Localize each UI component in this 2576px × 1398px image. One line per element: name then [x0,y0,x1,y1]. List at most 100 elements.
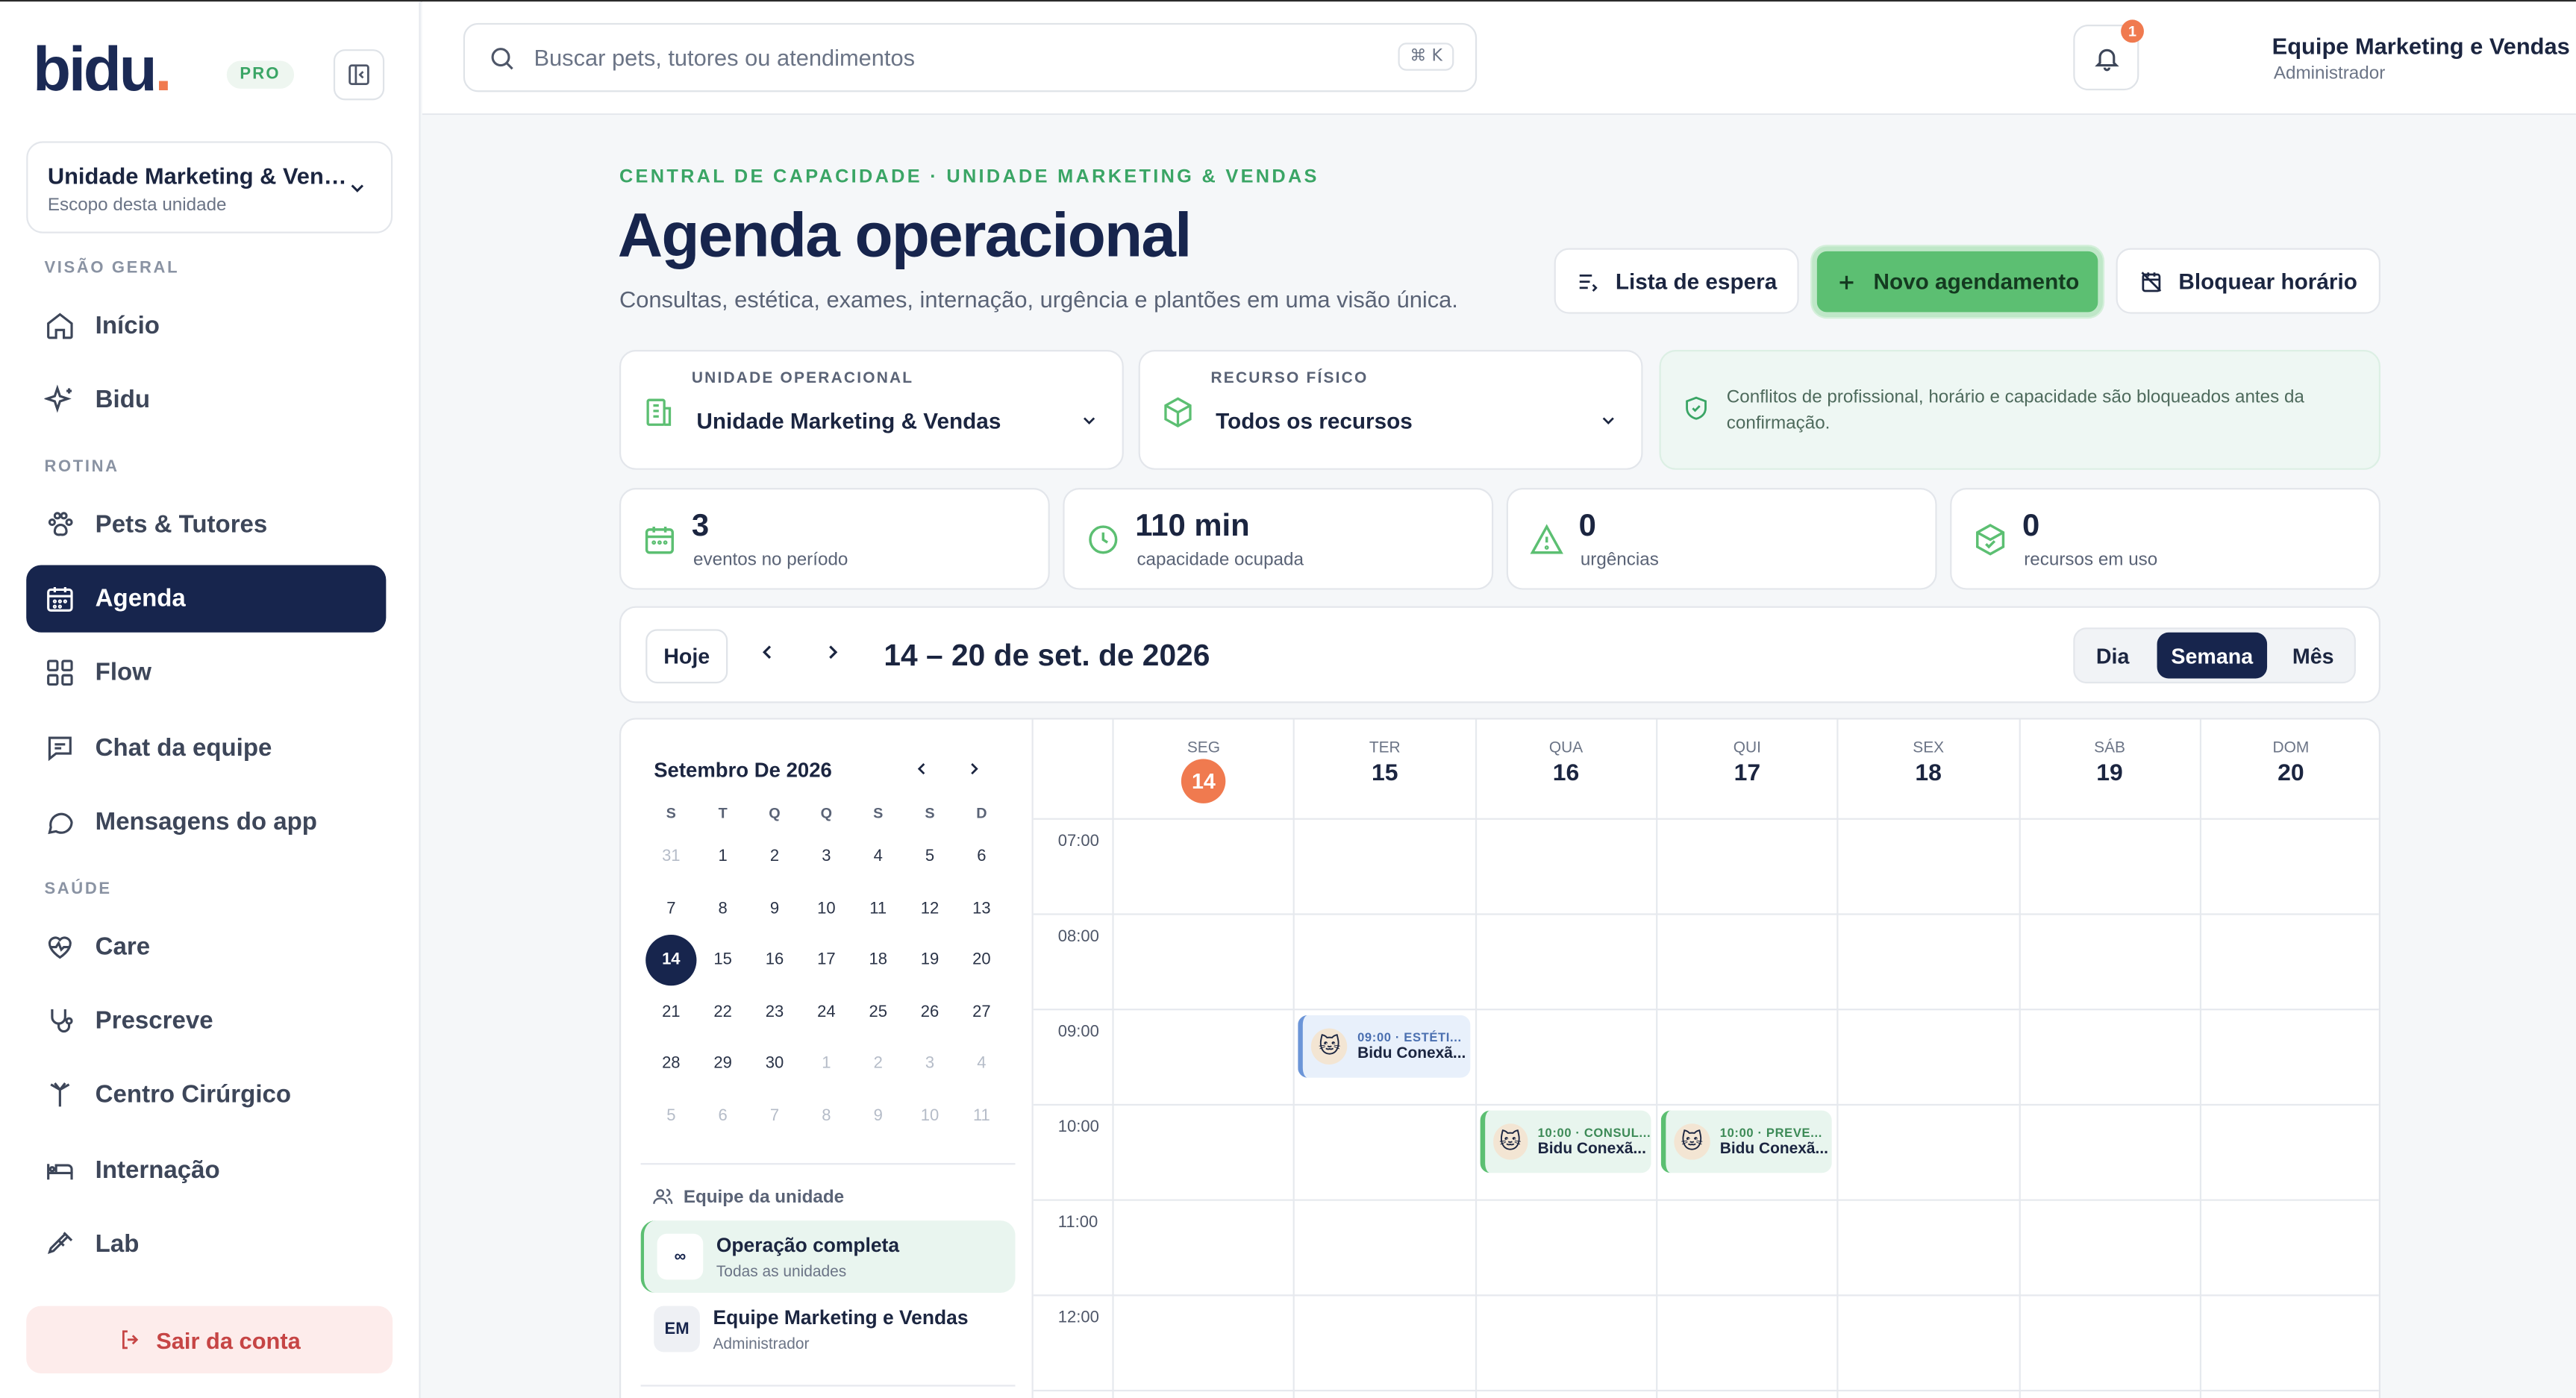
sidebar-item-inicio[interactable]: Início [26,292,386,360]
mini-calendar-day[interactable]: 6 [698,1090,748,1141]
mini-calendar-day[interactable]: 10 [801,883,851,934]
sidebar-item-flow[interactable]: Flow [26,639,386,706]
mini-calendar-day[interactable]: 14 [645,934,697,986]
brand-logo[interactable]: bidu. [33,38,172,104]
mini-calendar-day[interactable]: 12 [904,883,955,934]
sidebar-item-lab[interactable]: Lab [26,1211,386,1278]
mini-calendar-day[interactable]: 1 [698,831,748,882]
sidebar-item-care[interactable]: Care [26,913,386,980]
mini-calendar-day[interactable]: 4 [956,1038,1007,1089]
chevron-left-icon[interactable] [912,759,931,778]
team-member-operacao[interactable]: ∞ Operação completa Todas as unidades [640,1220,1016,1294]
sidebar-item-centro-cirurgico[interactable]: Centro Cirúrgico [26,1062,386,1129]
mini-calendar-day[interactable]: 8 [801,1090,851,1141]
users-icon [653,1188,673,1204]
mini-calendar-day[interactable]: 7 [645,883,696,934]
mini-calendar-day[interactable]: 4 [853,831,904,882]
mini-calendar-day[interactable]: 30 [749,1038,800,1089]
new-appointment-button[interactable]: Novo agendamento [1812,246,2103,318]
today-button[interactable]: Hoje [645,629,728,684]
grid-column-line [1293,818,1295,1398]
logout-button[interactable]: Sair da conta [26,1305,393,1373]
search-box[interactable]: ⌘ K [463,22,1478,93]
view-day-button[interactable]: Dia [2081,633,2144,679]
team-member-name: Equipe Marketing e Vendas [713,1305,969,1329]
mini-calendar-day[interactable]: 8 [698,883,748,934]
unit-selector[interactable]: Unidade Marketing & Vend... Escopo desta… [26,141,393,233]
conflict-notice-text: Conflitos de profissional, horário e cap… [1726,387,2304,434]
mini-calendar-day[interactable]: 7 [749,1090,800,1141]
team-member-name: Operação completa [716,1233,900,1257]
mini-calendar-day[interactable]: 29 [698,1038,748,1089]
mini-calendar-day[interactable]: 20 [956,935,1007,985]
sidebar-item-agenda[interactable]: Agenda [26,565,387,633]
sidebar-item-pets-tutores[interactable]: Pets & Tutores [26,491,386,558]
collapse-sidebar-button[interactable] [333,49,385,101]
mini-calendar-day[interactable]: 11 [956,1090,1007,1141]
stat-value: 0 [2022,509,2040,544]
sidebar-item-internacao[interactable]: Internação [26,1137,386,1204]
mini-calendar-day[interactable]: 28 [645,1038,696,1089]
chevron-right-icon[interactable] [964,759,984,778]
mini-calendar-day[interactable]: 25 [853,986,904,1037]
mini-calendar-day[interactable]: 24 [801,986,851,1037]
block-time-button[interactable]: Bloquear horário [2116,248,2380,314]
mini-calendar-day[interactable]: 31 [645,831,696,882]
waitlist-button[interactable]: Lista de espera [1554,248,1799,314]
mini-calendar-day[interactable]: 19 [904,935,955,985]
sidebar-item-chat-equipe[interactable]: Chat da equipe [26,715,386,782]
view-week-button[interactable]: Semana [2157,632,2268,679]
mini-calendar-day[interactable]: 1 [801,1038,851,1089]
resource-filter-select[interactable]: RECURSO FÍSICO Todos os recursos [1138,350,1643,470]
mini-calendar-day[interactable]: 13 [956,883,1007,934]
mini-calendar-day[interactable]: 9 [853,1090,904,1141]
mini-calendar-day[interactable]: 6 [956,831,1007,882]
unit-filter-select[interactable]: UNIDADE OPERACIONAL Unidade Marketing & … [619,350,1124,470]
calendar-event[interactable]: 🐱 10:00 · CONSUL... Bidu Conexã... [1479,1110,1651,1173]
chevron-right-icon[interactable] [822,641,845,664]
day-header[interactable]: SEX 18 [1836,719,2019,818]
mini-calendar-title: Setembro De 2026 [654,759,832,783]
team-member-marketing[interactable]: EM Equipe Marketing e Vendas Administrad… [641,1293,1016,1365]
day-header[interactable]: SEG 14 [1112,719,1293,818]
mini-calendar-day[interactable]: 23 [749,986,800,1037]
mini-calendar-day[interactable]: 21 [645,986,696,1037]
mini-calendar-day[interactable]: 17 [801,935,851,985]
chevron-left-icon[interactable] [756,641,779,664]
mini-calendar-day[interactable]: 22 [698,986,748,1037]
sidebar-item-prescreve[interactable]: Prescreve [26,987,386,1054]
sidebar-item-bidu[interactable]: Bidu [26,366,386,433]
day-header[interactable]: QUI 17 [1655,719,1837,818]
calendar-event[interactable]: 🐱 09:00 · ESTÉTI... Bidu Conexã... [1298,1015,1470,1078]
day-header[interactable]: TER 15 [1293,719,1475,818]
mini-calendar-day[interactable]: 16 [749,935,800,985]
mini-calendar-day[interactable]: 18 [853,935,904,985]
day-header[interactable]: DOM 20 [2199,719,2378,818]
day-header[interactable]: SÁB 19 [2018,719,2200,818]
mini-calendar-day[interactable]: 15 [698,935,748,985]
sidebar-item-mensagens-app[interactable]: Mensagens do app [26,789,386,856]
sidebar-item-label: Prescreve [95,1006,213,1035]
mini-calendar-day[interactable]: 2 [749,831,800,882]
day-header[interactable]: QUA 16 [1475,719,1656,818]
calendar-event[interactable]: 🐱 10:00 · PREVE... Bidu Conexã... [1660,1110,1833,1173]
box-icon [1164,397,1192,427]
mini-calendar-day[interactable]: 5 [904,831,955,882]
mini-calendar-day[interactable]: 11 [853,883,904,934]
mini-calendar-day[interactable]: 26 [904,986,955,1037]
mini-calendar-day[interactable]: 3 [801,831,851,882]
mini-calendar-day[interactable]: 5 [645,1090,696,1141]
search-input[interactable] [534,44,1356,71]
mini-calendar-day[interactable]: 9 [749,883,800,934]
view-month-button[interactable]: Mês [2278,633,2347,679]
user-name[interactable]: Equipe Marketing e Vendas [2272,33,2570,59]
mini-calendar-day[interactable]: 27 [956,986,1007,1037]
pet-avatar: 🐱 [1674,1123,1710,1160]
mini-calendar-day[interactable]: 2 [853,1038,904,1089]
stat-value: 3 [691,509,710,544]
sidebar-item-label: Agenda [95,584,186,613]
mini-calendar-day[interactable]: 10 [904,1090,955,1141]
pet-avatar: 🐱 [1311,1028,1348,1065]
mini-calendar-day[interactable]: 3 [904,1038,955,1089]
plus-icon [1840,275,1854,289]
